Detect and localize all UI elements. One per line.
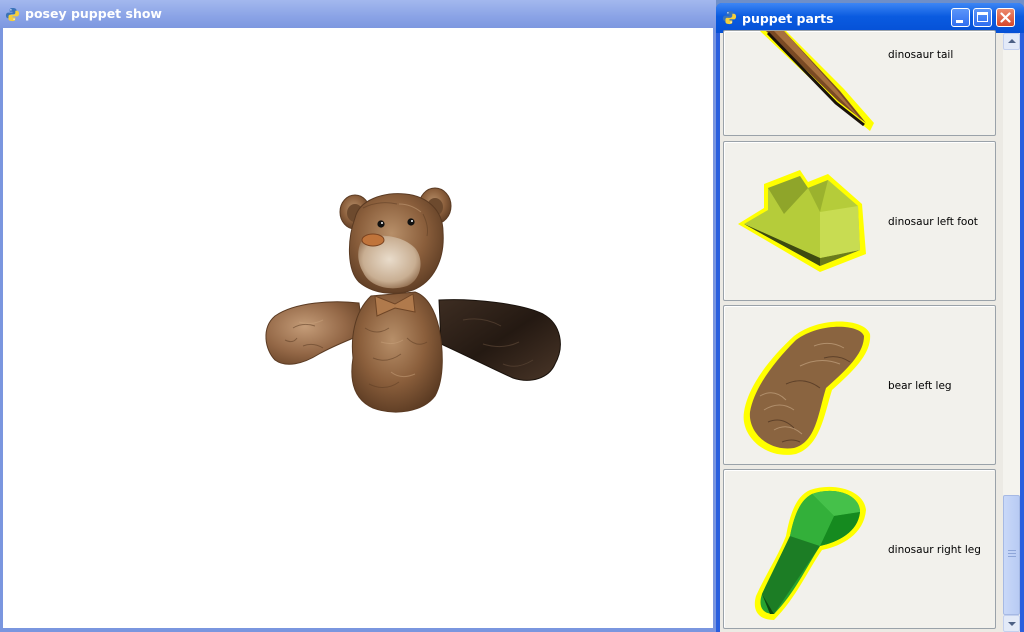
maximize-icon <box>977 12 988 22</box>
minimize-button[interactable] <box>951 8 970 27</box>
part-card[interactable]: dinosaur tail <box>723 30 996 136</box>
bear-right-eye <box>407 218 415 226</box>
close-icon <box>1000 12 1011 23</box>
bear-leg-icon <box>743 321 871 455</box>
parts-scrollbar[interactable] <box>1003 33 1020 632</box>
teddy-bear-puppet[interactable] <box>265 187 561 413</box>
puppet-stage[interactable] <box>3 28 713 628</box>
bear-left-eye <box>377 220 385 228</box>
part-label: dinosaur left foot <box>888 216 978 228</box>
maximize-button[interactable] <box>973 8 992 27</box>
main-window-title: posey puppet show <box>25 6 162 21</box>
bear-body[interactable] <box>351 291 443 413</box>
scroll-down-button[interactable] <box>1003 615 1020 632</box>
part-label: dinosaur tail <box>888 49 954 61</box>
parts-window: puppet parts dinosaur tail dinosaur left… <box>716 3 1024 632</box>
parts-title-bar[interactable]: puppet parts <box>716 3 1024 33</box>
down-arrow-icon <box>1008 622 1016 626</box>
part-label: bear left leg <box>888 380 952 392</box>
bear-nose <box>361 233 385 247</box>
parts-window-title: puppet parts <box>742 11 834 26</box>
up-arrow-icon <box>1008 39 1016 43</box>
part-card[interactable]: dinosaur left foot <box>723 141 996 301</box>
scroll-thumb[interactable] <box>1003 495 1020 615</box>
bear-right-arm[interactable] <box>438 299 561 381</box>
parts-list[interactable]: dinosaur tail dinosaur left foot bear le… <box>720 30 1020 632</box>
minimize-icon <box>956 20 963 23</box>
scroll-up-button[interactable] <box>1003 33 1020 50</box>
bear-left-arm[interactable] <box>265 301 364 365</box>
main-title-bar[interactable]: posey puppet show <box>0 0 716 28</box>
python-icon <box>722 10 737 25</box>
close-button[interactable] <box>996 8 1015 27</box>
part-card[interactable]: dinosaur right leg <box>723 469 996 629</box>
main-window: posey puppet show <box>0 0 716 632</box>
python-icon <box>5 7 20 22</box>
part-card[interactable]: bear left leg <box>723 305 996 465</box>
dinosaur-tail-icon <box>760 31 874 131</box>
part-label: dinosaur right leg <box>888 544 981 556</box>
